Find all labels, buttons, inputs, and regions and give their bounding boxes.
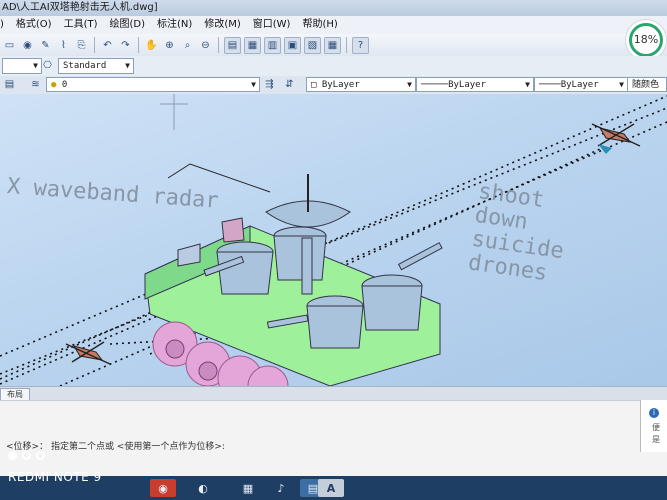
cad-screen: AD\人工AI双塔艳射击无人机.dwg] ) 格式(O) 工具(T) 绘图(D)…: [0, 0, 667, 500]
layer-select[interactable]: ● 0 ▼: [46, 77, 260, 92]
side-panel-text: 是: [652, 435, 660, 444]
camera-mode-dots: [8, 451, 45, 460]
sheet-set-icon[interactable]: ▣: [284, 36, 301, 54]
chevron-down-icon: ▼: [525, 80, 530, 89]
menu-bar: ) 格式(O) 工具(T) 绘图(D) 标注(N) 修改(M) 窗口(W) 帮助…: [0, 16, 667, 34]
redo-icon[interactable]: ↷: [118, 38, 133, 53]
layer-previous-icon[interactable]: ⇵: [282, 77, 297, 92]
pan-icon[interactable]: ✋: [144, 38, 159, 53]
text-style-value: Standard: [63, 61, 107, 71]
browser-icon[interactable]: ◉: [150, 479, 176, 497]
menu-item-format[interactable]: 格式(O): [16, 16, 52, 34]
layer-value: 0: [61, 80, 68, 90]
color-swatch-icon: □: [311, 80, 317, 90]
model-drawing: [0, 94, 667, 386]
chevron-down-icon: ▼: [619, 80, 624, 89]
make-current-icon[interactable]: ⇶: [262, 77, 277, 92]
lightbulb-icon: ●: [51, 80, 57, 90]
text-style-select[interactable]: Standard ▼: [58, 58, 134, 74]
menu-item-tools[interactable]: 工具(T): [64, 16, 98, 34]
properties-icon[interactable]: ▤: [224, 36, 241, 54]
linetype-line-icon: ─────: [421, 80, 449, 90]
app-icon[interactable]: ▦: [235, 479, 261, 497]
plotstyle-value: 随颜色: [632, 80, 660, 90]
zoom-window-icon[interactable]: ⌕: [180, 38, 195, 53]
plotstyle-select[interactable]: 随颜色: [627, 77, 667, 92]
info-side-panel: i 便 是: [640, 400, 667, 452]
dot-icon: [36, 451, 45, 460]
pencil-icon[interactable]: ✎: [38, 38, 53, 53]
style-manager-icon[interactable]: ⎔: [40, 58, 55, 73]
drone-annotation: shoot down suicide drones: [467, 179, 572, 288]
color-value: ByLayer: [321, 80, 360, 90]
dot-icon: [22, 451, 31, 460]
info-icon: i: [649, 408, 659, 418]
toolbar-divider: [218, 37, 219, 53]
toolbar-divider: [138, 37, 139, 53]
toolbar-divider: [94, 37, 95, 53]
brush-icon[interactable]: ⌇: [56, 38, 71, 53]
toolbar-divider: [346, 37, 347, 53]
window-title: AD\人工AI双塔艳射击无人机.dwg]: [0, 0, 667, 16]
markup-icon[interactable]: ▧: [304, 36, 321, 54]
chevron-down-icon: ▼: [251, 80, 256, 89]
match-properties-icon[interactable]: ⎘: [74, 38, 89, 53]
dimension-style-select[interactable]: ▼: [2, 58, 42, 74]
calculator-icon[interactable]: ▦: [324, 36, 341, 54]
music-icon[interactable]: ♪: [268, 479, 294, 497]
zoom-realtime-icon[interactable]: ⊕: [162, 38, 177, 53]
autocad-taskbar-icon[interactable]: A: [318, 479, 344, 497]
menu-item-partial[interactable]: ): [0, 16, 4, 34]
menu-item-window[interactable]: 窗口(W): [253, 16, 291, 34]
chevron-down-icon: ▼: [33, 61, 38, 70]
lineweight-select[interactable]: ────ByLayer ▼: [534, 77, 628, 92]
linetype-value: ByLayer: [448, 80, 487, 90]
zoom-previous-icon[interactable]: ⊖: [198, 38, 213, 53]
chevron-down-icon: ▼: [125, 61, 130, 70]
save-icon[interactable]: ◉: [20, 38, 35, 53]
dot-icon: [8, 451, 17, 460]
styles-toolbar: ▼ ⎔ Standard ▼: [0, 56, 667, 76]
command-window[interactable]: <位移>： 指定第二个点或 <使用第一个点作为位移>:: [0, 400, 667, 477]
app-icon[interactable]: ◐: [190, 479, 216, 497]
layer-manager-icon[interactable]: ▤: [2, 77, 17, 92]
layer-states-icon[interactable]: ≋: [28, 77, 43, 92]
chevron-down-icon: ▼: [407, 80, 412, 89]
lineweight-line-icon: ────: [539, 80, 561, 90]
device-watermark: REDMI NOTE 9: [8, 470, 102, 484]
help-icon[interactable]: ?: [352, 36, 369, 54]
standard-toolbar: ▭ ◉ ✎ ⌇ ⎘ ↶ ↷ ✋ ⊕ ⌕ ⊖ ▤ ▦ ▥ ▣ ▧ ▦ ?: [0, 34, 667, 56]
menu-item-dimension[interactable]: 标注(N): [157, 16, 192, 34]
layout-tab-bar: 布局: [0, 386, 667, 402]
progress-percent: 18%: [633, 33, 659, 46]
open-icon[interactable]: ▭: [2, 38, 17, 53]
linetype-select[interactable]: ─────ByLayer ▼: [416, 77, 534, 92]
color-select[interactable]: □ ByLayer ▼: [306, 77, 416, 92]
drawing-canvas[interactable]: X waveband radar shoot down suicide dron…: [0, 94, 667, 386]
menu-item-help[interactable]: 帮助(H): [302, 16, 337, 34]
design-center-icon[interactable]: ▦: [244, 36, 261, 54]
menu-item-modify[interactable]: 修改(M): [204, 16, 240, 34]
tool-palettes-icon[interactable]: ▥: [264, 36, 281, 54]
lineweight-value: ByLayer: [560, 80, 599, 90]
performance-badge[interactable]: 18%: [626, 20, 666, 60]
side-panel-text: 便: [652, 423, 660, 432]
menu-item-draw[interactable]: 绘图(D): [110, 16, 146, 34]
undo-icon[interactable]: ↶: [100, 38, 115, 53]
layers-toolbar: ▤ ≋ ● 0 ▼ ⇶ ⇵ □ ByLayer ▼ ─────ByLayer ▼ ──…: [0, 76, 667, 94]
